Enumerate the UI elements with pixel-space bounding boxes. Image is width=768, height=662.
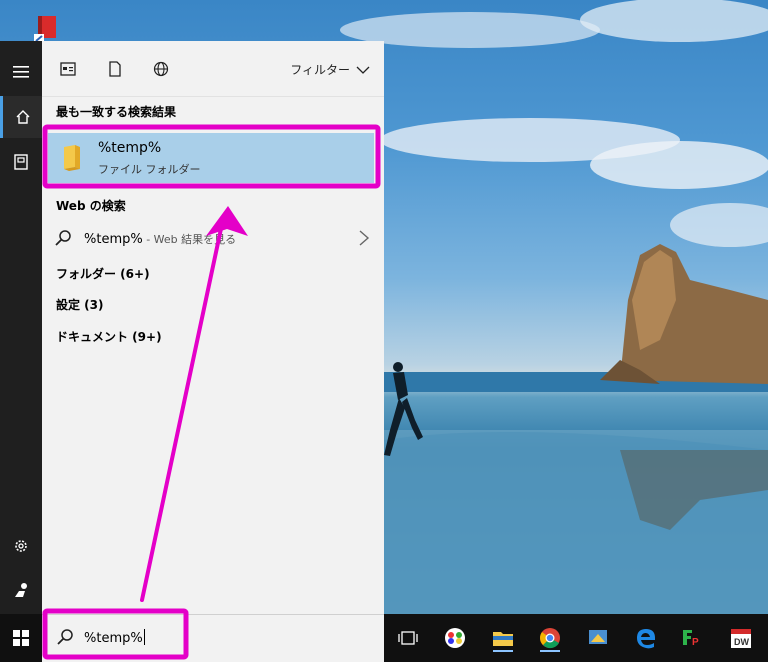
document-icon[interactable]: [0, 141, 42, 183]
search-input-value: %temp%: [84, 631, 143, 646]
best-match-result[interactable]: %temp% ファイル フォルダー: [48, 133, 374, 183]
web-search-header: Web の検索: [56, 199, 126, 213]
best-match-title: %temp%: [98, 140, 162, 156]
globe-icon[interactable]: [152, 61, 170, 77]
windows-start-icon[interactable]: [0, 614, 42, 662]
task-view-icon[interactable]: [394, 624, 422, 652]
start-left-rail: [0, 41, 42, 614]
best-match-header: 最も一致する検索結果: [56, 105, 177, 119]
active-indicator: [540, 650, 560, 652]
gear-icon[interactable]: [0, 525, 42, 567]
search-icon: [57, 629, 73, 645]
best-match-subtitle: ファイル フォルダー: [98, 163, 201, 176]
home-icon[interactable]: [0, 96, 42, 138]
taskbar: %temp% P DW: [0, 614, 768, 662]
search-results-panel: フィルター 最も一致する検索結果 %temp% ファイル フォルダー Web の…: [42, 41, 384, 614]
web-result-suffix: - Web 結果を見る: [142, 233, 237, 246]
panel-toolbar: フィルター: [42, 41, 384, 97]
search-input[interactable]: %temp%: [84, 629, 145, 646]
filter-dropdown[interactable]: フィルター: [290, 61, 370, 78]
filter-label: フィルター: [290, 63, 350, 77]
category-folders[interactable]: フォルダー (6+): [56, 265, 150, 282]
chevron-right-icon[interactable]: [358, 229, 370, 247]
active-indicator: [493, 650, 513, 652]
document-filter-icon[interactable]: [106, 61, 124, 77]
dreamweaver-icon[interactable]: DW: [727, 624, 755, 652]
desktop-shortcut-icon[interactable]: [34, 14, 60, 42]
web-result-text: %temp% - Web 結果を見る: [84, 231, 236, 247]
svg-text:P: P: [692, 637, 699, 648]
search-icon: [55, 230, 71, 246]
category-documents[interactable]: ドキュメント (9+): [56, 328, 162, 345]
text-caret: [143, 629, 145, 645]
ftp-icon[interactable]: P: [679, 624, 707, 652]
web-search-result[interactable]: %temp% - Web 結果を見る: [42, 225, 384, 253]
app-icon[interactable]: [441, 624, 469, 652]
user-icon[interactable]: [0, 569, 42, 611]
taskbar-search-box[interactable]: %temp%: [42, 614, 384, 662]
chevron-down-icon: [356, 66, 370, 74]
app-list-icon[interactable]: [59, 61, 77, 77]
edge-icon[interactable]: [632, 624, 660, 652]
svg-text:DW: DW: [734, 637, 749, 647]
folder-icon: [64, 145, 80, 171]
hamburger-icon[interactable]: [0, 51, 42, 93]
web-result-query: %temp%: [84, 232, 143, 247]
category-settings[interactable]: 設定 (3): [56, 296, 104, 313]
app-icon[interactable]: [584, 624, 612, 652]
chrome-icon[interactable]: [536, 624, 564, 652]
file-explorer-icon[interactable]: [489, 624, 517, 652]
